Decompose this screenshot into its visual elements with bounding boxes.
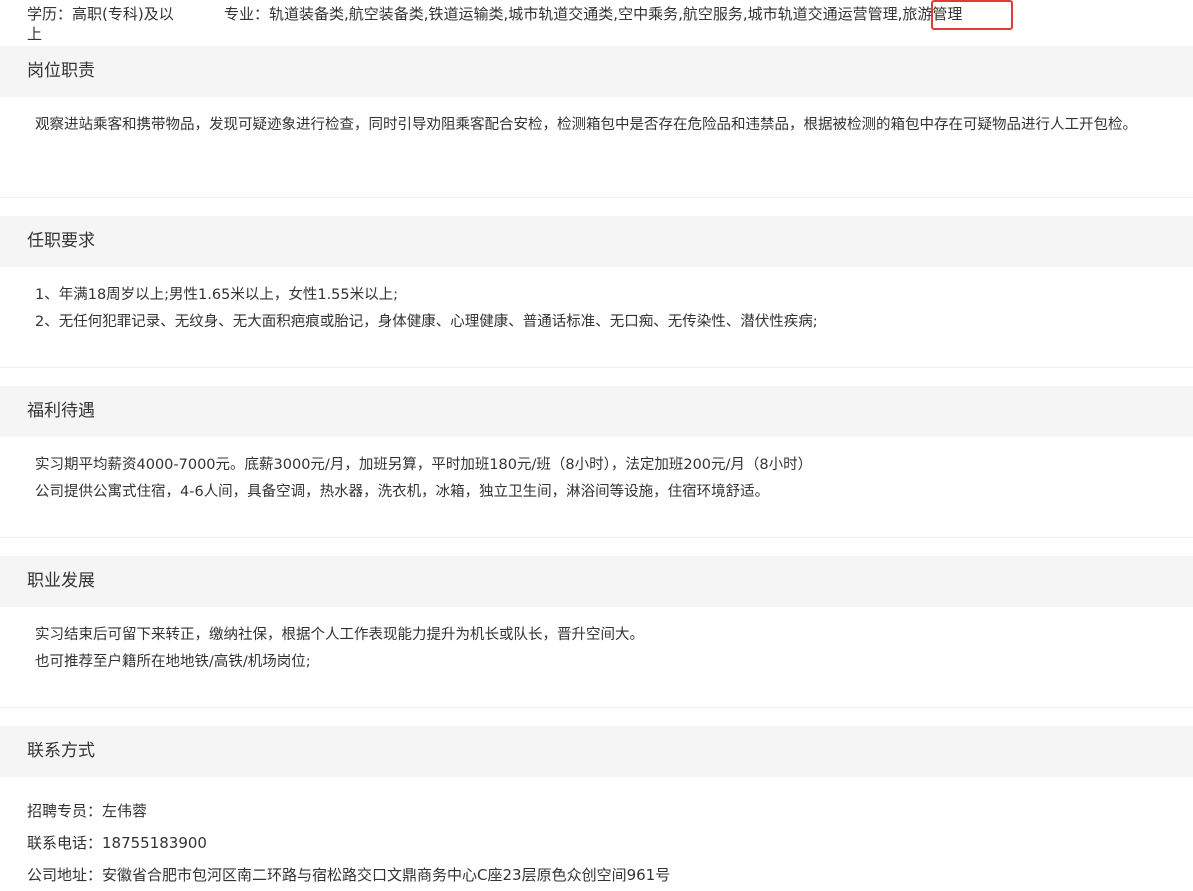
major-requirement: 专业：轨道装备类,航空装备类,铁道运输类,城市轨道交通类,空中乘务,航空服务,城…	[224, 5, 963, 23]
section-body-contact: 招聘专员：左伟蓉 联系电话：18755183900 公司地址：安徽省合肥市包河区…	[0, 777, 1193, 891]
highlight-annotation-box	[931, 0, 1013, 30]
contact-phone[interactable]: 联系电话：18755183900	[27, 827, 1193, 859]
section-divider	[0, 707, 1193, 708]
section-title-contact: 联系方式	[0, 726, 1193, 777]
education-line-1: 学历：高职(专科)及以	[27, 5, 174, 23]
section-responsibilities: 岗位职责 观察进站乘客和携带物品，发现可疑迹象进行检查，同时引导劝阻乘客配合安检…	[0, 46, 1193, 139]
career-line-2: 也可推荐至户籍所在地地铁/高铁/机场岗位;	[35, 654, 311, 670]
section-title-responsibilities: 岗位职责	[0, 46, 1193, 97]
section-title-qualifications: 任职要求	[0, 216, 1193, 267]
section-divider	[0, 197, 1193, 198]
job-requirements-summary: 学历：高职(专科)及以 上 专业：轨道装备类,航空装备类,铁道运输类,城市轨道交…	[0, 0, 1193, 58]
section-divider	[0, 367, 1193, 368]
section-title-benefits: 福利待遇	[0, 386, 1193, 437]
section-body-benefits: 实习期平均薪资4000-7000元。底薪3000元/月，加班另算，平时加班180…	[0, 437, 1193, 506]
responsibility-text: 观察进站乘客和携带物品，发现可疑迹象进行检查，同时引导劝阻乘客配合安检，检测箱包…	[35, 117, 1137, 133]
contact-recruiter: 招聘专员：左伟蓉	[27, 802, 148, 820]
section-career: 职业发展 实习结束后可留下来转正，缴纳社保，根据个人工作表现能力提升为机长或队长…	[0, 556, 1193, 676]
benefit-line-1: 实习期平均薪资4000-7000元。底薪3000元/月，加班另算，平时加班180…	[35, 457, 813, 473]
section-benefits: 福利待遇 实习期平均薪资4000-7000元。底薪3000元/月，加班另算，平时…	[0, 386, 1193, 506]
career-line-1: 实习结束后可留下来转正，缴纳社保，根据个人工作表现能力提升为机长或队长，晋升空间…	[35, 627, 644, 643]
benefit-line-2: 公司提供公寓式住宿，4-6人间，具备空调，热水器，洗衣机，冰箱，独立卫生间，淋浴…	[35, 484, 770, 500]
section-contact: 联系方式 招聘专员：左伟蓉 联系电话：18755183900 公司地址：安徽省合…	[0, 726, 1193, 891]
section-qualifications: 任职要求 1、年满18周岁以上;男性1.65米以上，女性1.55米以上; 2、无…	[0, 216, 1193, 336]
qualification-line-2: 2、无任何犯罪记录、无纹身、无大面积疤痕或胎记，身体健康、心理健康、普通话标准、…	[35, 314, 818, 330]
education-requirement: 学历：高职(专科)及以 上	[27, 4, 187, 44]
qualification-line-1: 1、年满18周岁以上;男性1.65米以上，女性1.55米以上;	[35, 287, 399, 303]
section-body-responsibilities: 观察进站乘客和携带物品，发现可疑迹象进行检查，同时引导劝阻乘客配合安检，检测箱包…	[0, 97, 1193, 139]
section-body-qualifications: 1、年满18周岁以上;男性1.65米以上，女性1.55米以上; 2、无任何犯罪记…	[0, 267, 1193, 336]
section-title-career: 职业发展	[0, 556, 1193, 607]
section-body-career: 实习结束后可留下来转正，缴纳社保，根据个人工作表现能力提升为机长或队长，晋升空间…	[0, 607, 1193, 676]
contact-address: 公司地址：安徽省合肥市包河区南二环路与宿松路交口文鼎商务中心C座23层原色众创空…	[27, 866, 671, 884]
job-detail-page: 学历：高职(专科)及以 上 专业：轨道装备类,航空装备类,铁道运输类,城市轨道交…	[0, 0, 1193, 891]
education-line-2: 上	[27, 25, 43, 43]
section-divider	[0, 537, 1193, 538]
